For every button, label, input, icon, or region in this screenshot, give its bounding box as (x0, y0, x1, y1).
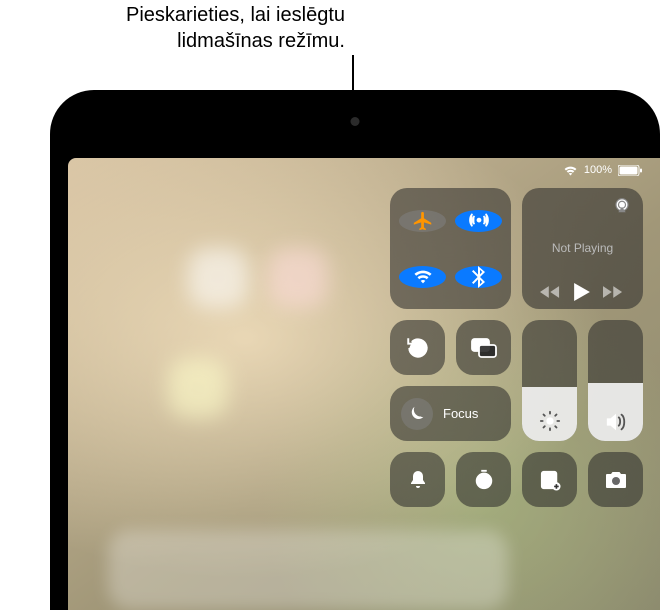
battery-status-icon (618, 165, 642, 176)
wifi-button[interactable] (399, 266, 446, 288)
media-status-label: Not Playing (534, 241, 631, 255)
timer-icon (473, 469, 495, 491)
camera-button[interactable] (588, 452, 643, 507)
bell-icon (408, 469, 428, 491)
ipad-frame: 100% (50, 90, 660, 610)
note-icon (539, 469, 561, 491)
camera-icon (604, 470, 628, 490)
wifi-icon (412, 266, 434, 288)
connectivity-group (390, 188, 511, 309)
bluetooth-icon (469, 266, 489, 288)
screen-mirroring-icon (471, 338, 497, 358)
quick-note-button[interactable] (522, 452, 577, 507)
callout-line-1: Pieskarieties, lai ieslēgtu (126, 4, 345, 26)
blurred-dock (108, 530, 508, 610)
previous-track-icon[interactable] (540, 285, 562, 299)
battery-percent: 100% (584, 164, 612, 176)
volume-icon (605, 412, 627, 432)
silent-mode-button[interactable] (390, 452, 445, 507)
screen-mirroring-button[interactable] (456, 320, 511, 375)
airdrop-button[interactable] (455, 210, 502, 232)
blurred-app-icon (188, 248, 248, 308)
status-bar: 100% (563, 164, 642, 176)
ipad-screen: 100% (68, 158, 660, 610)
brightness-slider[interactable] (522, 320, 577, 441)
bluetooth-button[interactable] (455, 266, 502, 288)
moon-icon (409, 405, 426, 422)
volume-slider[interactable] (588, 320, 643, 441)
airplay-icon (613, 198, 631, 213)
airplane-mode-button[interactable] (399, 210, 446, 232)
wifi-status-icon (563, 165, 578, 176)
orientation-lock-button[interactable] (390, 320, 445, 375)
orientation-lock-icon (405, 335, 431, 361)
focus-button[interactable]: Focus (390, 386, 511, 441)
callout-text: Pieskarieties, lai ieslēgtu lidmašīnas r… (0, 2, 345, 54)
focus-label: Focus (443, 406, 478, 421)
blurred-app-icon (168, 358, 228, 418)
callout-line-2: lidmašīnas režīmu. (177, 30, 345, 52)
media-playback-tile[interactable]: Not Playing (522, 188, 643, 309)
airdrop-icon (468, 210, 490, 232)
airplane-icon (412, 210, 434, 232)
brightness-icon (539, 410, 561, 432)
blurred-app-icon (268, 248, 328, 308)
play-icon[interactable] (574, 283, 590, 301)
next-track-icon[interactable] (603, 285, 625, 299)
timer-button[interactable] (456, 452, 511, 507)
control-center: Not Playing (390, 188, 642, 507)
